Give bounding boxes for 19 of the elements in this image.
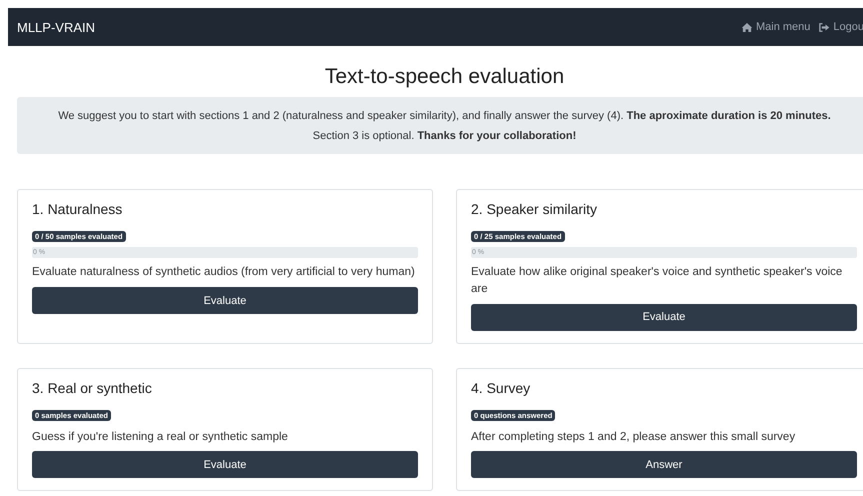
card-title: 3. Real or synthetic	[32, 380, 153, 396]
card-title: 1. Naturalness	[32, 201, 124, 218]
card-description: Evaluate naturalness of synthetic audios (from very artificial to very human)	[32, 265, 416, 280]
card-title: 4. Survey	[471, 380, 532, 396]
sign-out-icon	[818, 22, 830, 32]
action-button[interactable]: Evaluate	[471, 304, 857, 331]
card-description: Guess if you're listening a real or synthetic sample	[32, 430, 289, 445]
action-button[interactable]: Evaluate	[32, 451, 418, 478]
intro-text: We suggest you to start with sections 1 and 2 (naturalness and speaker similarity), and finally answer the survey (4). The aproximate duration is 20 minutes. Section 3 is optional. Thanks for your collaboration!	[58, 110, 831, 142]
brand-link[interactable]: MLLP-VRAIN	[17, 20, 96, 34]
page-title: Text-to-speech evaluation	[324, 64, 566, 90]
main-menu-link[interactable]: Main menu	[740, 21, 810, 33]
action-button[interactable]: Evaluate	[32, 287, 418, 314]
card-description: After completing steps 1 and 2, please answer this small survey	[471, 430, 796, 445]
home-icon	[740, 22, 753, 32]
action-button[interactable]: Answer	[471, 451, 857, 478]
card-title: 2. Speaker similarity	[471, 201, 598, 218]
logout-link[interactable]: Logou	[818, 21, 863, 33]
card-description: Evaluate how alike original speaker's voice and synthetic speaker's voice are	[471, 265, 844, 298]
